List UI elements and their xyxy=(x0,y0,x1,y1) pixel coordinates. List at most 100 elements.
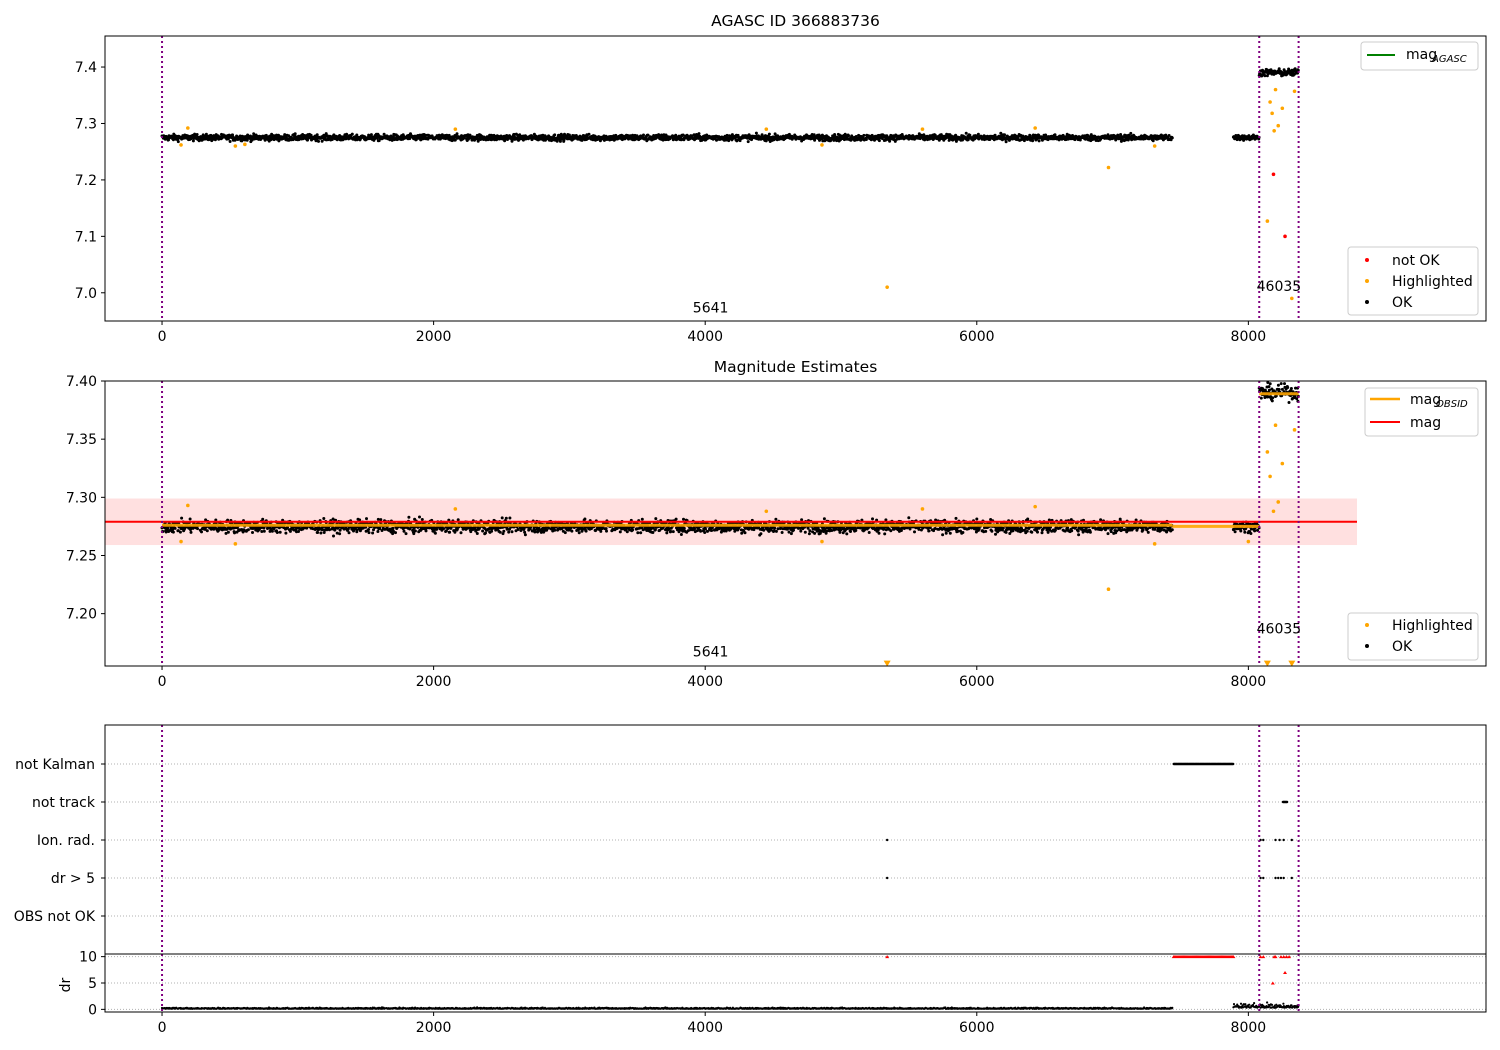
y-tick-label: 0 xyxy=(88,1002,97,1018)
highlighted-point xyxy=(1273,423,1278,428)
highlighted-point xyxy=(1276,500,1281,504)
x-tick-label: 4000 xyxy=(687,674,723,690)
chart-title: AGASC ID 366883736 xyxy=(711,12,880,30)
flag-point xyxy=(1279,876,1283,880)
highlighted-point xyxy=(1271,509,1276,514)
x-tick-label: 6000 xyxy=(959,674,995,690)
dr-panel: 0 2000 4000 6000 8000 0 5 10 dr xyxy=(58,950,1487,1036)
magnitude-estimates-panel: 5641 46035 0 2000 4000 6000 8000 7.20 7.25 7.30 7.… xyxy=(66,358,1487,690)
flag-point xyxy=(1290,876,1294,880)
highlighted-point xyxy=(1246,539,1251,544)
highlighted-point xyxy=(920,507,925,511)
figure: 5641 46035 0 2000 4000 6000 8000 7.0 7.1 7.2 7.3 7.… xyxy=(14,12,1487,1036)
y-tick-label: 7.20 xyxy=(66,607,97,623)
flag-point xyxy=(1262,876,1265,880)
legend-label: OK xyxy=(1392,639,1413,655)
highlighted-point xyxy=(764,127,769,131)
x-tick-label: 6000 xyxy=(959,329,995,345)
highlighted-point xyxy=(243,142,247,147)
legend-label: not OK xyxy=(1392,253,1440,269)
highlighted-point xyxy=(186,503,190,508)
highlighted-point xyxy=(233,542,238,546)
dr-points xyxy=(1232,1001,1300,1009)
dr-points xyxy=(160,1006,1174,1010)
flag-category-label: dr > 5 xyxy=(51,871,95,887)
flag-category-label: not track xyxy=(32,795,96,811)
dr-capped-point xyxy=(1283,970,1288,974)
x-tick-label: 2000 xyxy=(416,329,452,345)
obsid-label: 5641 xyxy=(693,301,729,317)
x-tick-label: 2000 xyxy=(416,1020,452,1036)
flag-point xyxy=(1282,838,1285,842)
legend-marker xyxy=(1365,644,1369,648)
highlighted-point xyxy=(1033,126,1037,130)
legend-label: Highlighted xyxy=(1392,618,1473,634)
highlighted-point xyxy=(885,285,889,289)
x-tick-label: 8000 xyxy=(1231,1020,1267,1036)
flags-panel: not Kalman not track Ion. rad. dr > 5 OBS no… xyxy=(14,724,1487,955)
highlighted-point xyxy=(920,127,925,131)
y-tick-label: 5 xyxy=(88,976,97,992)
agasc-magnitude-panel: 5641 46035 0 2000 4000 6000 8000 7.0 7.1 7.2 7.3 7.… xyxy=(75,12,1487,345)
flag-point xyxy=(1259,876,1262,880)
dr-capped-point xyxy=(1261,955,1266,959)
highlighted-point xyxy=(233,144,238,148)
x-tick-label: 0 xyxy=(158,1020,167,1036)
y-tick-label: 7.3 xyxy=(75,116,97,132)
highlighted-point xyxy=(1292,428,1297,432)
x-tick-label: 0 xyxy=(158,329,167,345)
highlighted-point xyxy=(1033,504,1037,509)
flag-category-label: not Kalman xyxy=(15,757,95,773)
obsid-label: 5641 xyxy=(693,645,729,661)
highlighted-point xyxy=(1268,474,1272,479)
highlighted-point xyxy=(764,509,769,514)
highlighted-point xyxy=(1276,123,1281,128)
y-tick-label: 7.1 xyxy=(75,229,97,245)
highlighted-point xyxy=(453,507,458,511)
x-tick-label: 6000 xyxy=(959,1020,995,1036)
flag-point xyxy=(1282,876,1285,880)
highlighted-point xyxy=(186,126,190,130)
chart-title: Magnitude Estimates xyxy=(714,358,878,376)
highlighted-point xyxy=(179,143,183,147)
x-tick-label: 0 xyxy=(158,674,167,690)
legend-marker xyxy=(1365,258,1369,262)
legend-marker xyxy=(1365,300,1369,304)
y-tick-label: 7.2 xyxy=(75,173,97,189)
highlighted-point xyxy=(1106,587,1111,592)
highlighted-point xyxy=(1268,100,1272,104)
obsid-label: 46035 xyxy=(1257,621,1302,637)
ok-points xyxy=(160,131,1174,144)
flag-point xyxy=(1290,838,1294,842)
plot-area xyxy=(160,36,1300,321)
highlighted-point xyxy=(1265,450,1270,454)
highlighted-point xyxy=(1106,165,1111,170)
y-tick-label: 7.25 xyxy=(66,548,97,564)
obsid-label: 46035 xyxy=(1257,279,1302,295)
flag-point xyxy=(1274,876,1277,880)
legend-mag-label: mag xyxy=(1410,415,1441,431)
legend-label: OK xyxy=(1392,295,1413,311)
highlighted-point xyxy=(1152,144,1157,148)
highlighted-point xyxy=(1290,296,1294,301)
dr-capped-point xyxy=(1270,981,1275,985)
not-ok-point xyxy=(1283,234,1287,239)
flag-point xyxy=(1277,876,1280,880)
highlighted-point xyxy=(1280,106,1285,111)
flag-point xyxy=(885,838,889,842)
dr-capped-points xyxy=(1171,955,1236,959)
legend-label: Highlighted xyxy=(1392,274,1473,290)
plot-area xyxy=(105,381,1357,666)
highlighted-point xyxy=(179,539,183,544)
ok-points xyxy=(1257,67,1300,78)
legend-marker xyxy=(1365,279,1369,283)
flag-point xyxy=(885,876,889,880)
highlighted-point xyxy=(820,539,824,544)
highlighted-point xyxy=(1270,111,1274,116)
legend-mag-agasc-subscript: AGASC xyxy=(1431,54,1467,65)
highlighted-point xyxy=(820,143,824,147)
flag-category-label: OBS not OK xyxy=(14,909,96,925)
highlighted-point xyxy=(453,127,458,131)
legend-marker xyxy=(1365,623,1369,627)
plot-area xyxy=(105,954,1486,1012)
